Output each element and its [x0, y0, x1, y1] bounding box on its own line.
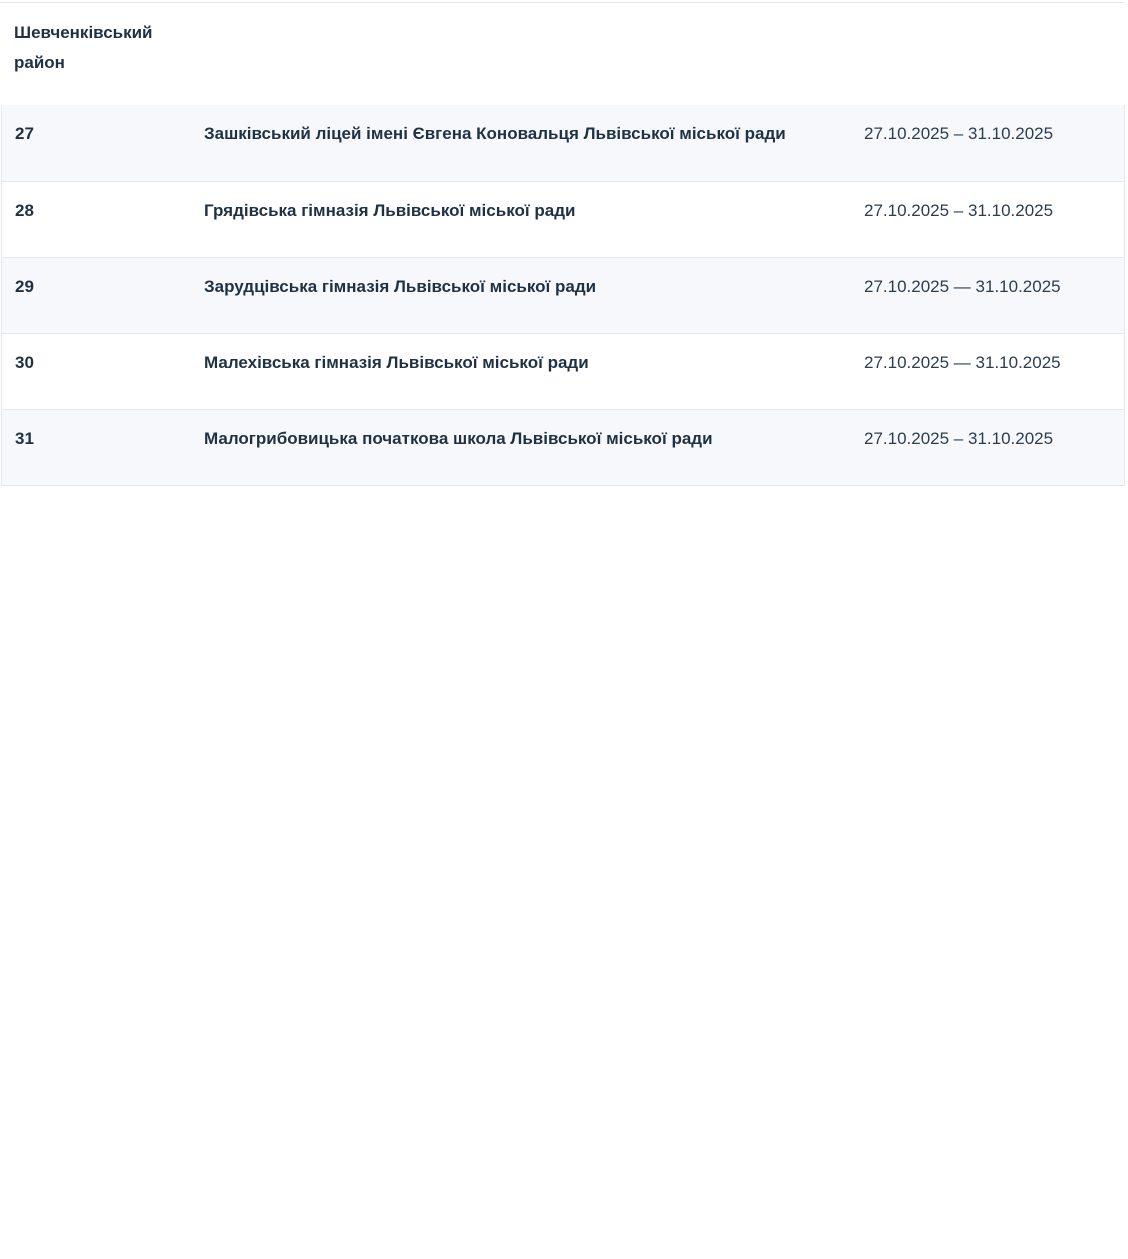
- table-row: 30 Малехівська гімназія Львівської міськ…: [2, 333, 1124, 409]
- row-number: 28: [15, 201, 34, 220]
- date-range: 27.10.2025 — 31.10.2025: [864, 277, 1061, 296]
- table-row: 28 Грядівська гімназія Львівської місько…: [2, 181, 1124, 257]
- school-name: Грядівська гімназія Львівської міської р…: [204, 201, 576, 220]
- school-name: Зашківський ліцей імені Євгена Коновальц…: [204, 124, 786, 143]
- district-title-line2: район: [14, 53, 65, 72]
- date-range: 27.10.2025 – 31.10.2025: [864, 124, 1054, 143]
- row-number: 29: [15, 277, 34, 296]
- table-row: 27 Зашківський ліцей імені Євгена Конова…: [2, 105, 1124, 181]
- table-row: 29 Зарудцівська гімназія Львівської місь…: [2, 257, 1124, 333]
- row-number: 27: [15, 124, 34, 143]
- date-range: 27.10.2025 – 31.10.2025: [864, 429, 1054, 448]
- table-row: 31 Малогрибовицька початкова школа Львів…: [2, 409, 1124, 485]
- school-name: Зарудцівська гімназія Львівської міської…: [204, 277, 597, 296]
- district-heading: Шевченківський район: [14, 18, 184, 78]
- schools-table: 27 Зашківський ліцей імені Євгена Конова…: [1, 105, 1125, 486]
- row-number: 30: [15, 353, 34, 372]
- date-range: 27.10.2025 — 31.10.2025: [864, 353, 1061, 372]
- date-range: 27.10.2025 – 31.10.2025: [864, 201, 1054, 220]
- district-title-line1: Шевченківський: [14, 23, 153, 42]
- school-name: Малехівська гімназія Львівської міської …: [204, 353, 589, 372]
- row-number: 31: [15, 429, 34, 448]
- top-divider: [0, 2, 1124, 3]
- school-name: Малогрибовицька початкова школа Львівськ…: [204, 429, 713, 448]
